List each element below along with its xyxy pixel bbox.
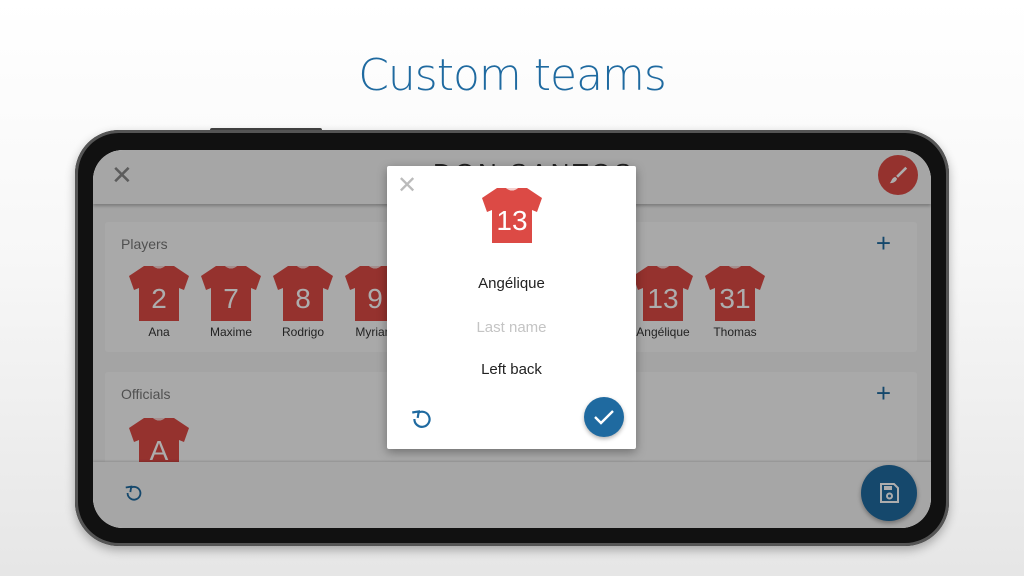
confirm-button[interactable] [584,397,624,437]
first-name-input[interactable]: Angélique [387,275,636,292]
check-icon [594,410,614,425]
headline: Custom teams [358,50,667,101]
shirt-number: 13 [496,205,527,236]
position-input[interactable]: Left back [387,361,636,378]
dialog-shirt[interactable]: 13 [482,188,542,248]
player-edit-dialog: ✕ 13 Angélique Last name Left back [387,166,636,449]
dialog-close-icon[interactable]: ✕ [397,174,417,198]
shirt-icon: 13 [482,188,542,243]
last-name-input[interactable]: Last name [387,319,636,336]
reset-icon[interactable] [409,406,435,432]
